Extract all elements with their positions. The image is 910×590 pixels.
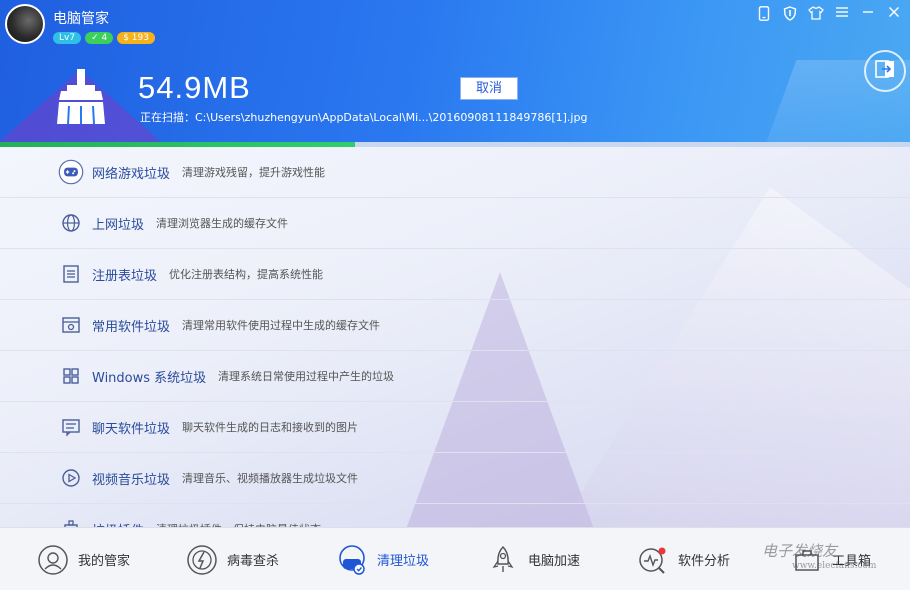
rocket-icon (486, 543, 520, 577)
shirt-icon[interactable] (808, 6, 824, 22)
app-title: 电脑管家 (53, 11, 109, 27)
nav-item-rocket[interactable]: 电脑加速 (486, 528, 580, 590)
nav-item-butler[interactable]: 我的管家 (36, 528, 130, 590)
phone-icon[interactable] (756, 6, 772, 22)
nav-label: 病毒查杀 (227, 554, 280, 569)
category-name: 垃圾插件 (92, 520, 144, 528)
category-description: 优化注册表结构，提高系统性能 (169, 268, 323, 281)
category-description: 清理游戏残留，提升游戏性能 (182, 166, 325, 179)
avatar[interactable] (5, 4, 45, 44)
gamepad-icon (58, 159, 84, 185)
window-controls (756, 6, 902, 22)
category-name: 聊天软件垃圾 (92, 421, 171, 437)
junk-category-row[interactable]: 聊天软件垃圾 聊天软件生成的日志和接收到的图片 (0, 402, 910, 453)
junk-category-row[interactable]: 注册表垃圾 优化注册表结构，提高系统性能 (0, 249, 910, 300)
junk-category-row[interactable]: 常用软件垃圾 清理常用软件使用过程中生成的缓存文件 (0, 300, 910, 351)
windows-icon (58, 363, 84, 389)
junk-category-list: 网络游戏垃圾 清理游戏残留，提升游戏性能 上网垃圾 清理浏览器生成的缓存文件 注册表垃圾… (0, 147, 910, 527)
category-name: 上网垃圾 (92, 217, 145, 233)
category-name: 网络游戏垃圾 (92, 166, 171, 182)
chat-icon (58, 414, 84, 440)
category-description: 清理浏览器生成的缓存文件 (156, 217, 288, 230)
junk-category-row[interactable]: 上网垃圾 清理浏览器生成的缓存文件 (0, 198, 910, 249)
virus-scan-icon (185, 543, 219, 577)
scan-path: 正在扫描：C:\Users\zhuzhengyun\AppData\Local\… (140, 111, 588, 124)
registry-icon (58, 261, 84, 287)
nav-label: 我的管家 (78, 554, 131, 569)
nav-item-virus-scan[interactable]: 病毒查杀 (185, 528, 279, 590)
globe-icon (58, 210, 84, 236)
broom-icon (55, 68, 107, 126)
menu-icon[interactable] (834, 6, 850, 22)
watermark-en: www.elecfans.com (792, 561, 877, 571)
category-name: 视频音乐垃圾 (92, 472, 171, 488)
category-name: 常用软件垃圾 (92, 319, 171, 335)
nav-item-analysis[interactable]: 软件分析 (636, 528, 730, 590)
nav-label: 电脑加速 (528, 554, 581, 569)
category-name: 注册表垃圾 (92, 268, 158, 284)
cancel-button[interactable]: 取消 (460, 77, 518, 100)
cleanup-icon (335, 543, 369, 577)
watermark: 电子发烧友 www.elecfans.com (762, 540, 876, 571)
vip-badge[interactable]: ✓ 4 (85, 32, 114, 44)
minimize-icon[interactable] (860, 6, 876, 22)
junk-size: 54.9MB (138, 70, 251, 105)
junk-category-row[interactable]: 网络游戏垃圾 清理游戏残留，提升游戏性能 (0, 147, 910, 198)
category-description: 清理音乐、视频播放器生成垃圾文件 (182, 472, 358, 485)
close-icon[interactable] (886, 6, 902, 22)
app-box-icon (58, 312, 84, 338)
exit-panel-button[interactable] (864, 50, 906, 92)
watermark-cn: 电子发烧友 (762, 542, 838, 560)
nav-label: 软件分析 (678, 554, 731, 569)
butler-icon (36, 543, 70, 577)
shield-icon[interactable] (782, 6, 798, 22)
plugin-icon (58, 516, 84, 527)
header-banner: 电脑管家 Lv7 ✓ 4 $ 193 54.9MB 正在扫描：C:\Users\… (0, 0, 910, 143)
coin-badge[interactable]: $ 193 (117, 32, 155, 44)
junk-category-row[interactable]: 垃圾插件清理垃圾插件，保持电脑最佳状态 (0, 504, 910, 527)
analysis-icon (636, 543, 670, 577)
level-badge[interactable]: Lv7 (53, 32, 82, 44)
user-badges: Lv7 ✓ 4 $ 193 (53, 32, 155, 44)
play-icon (58, 465, 84, 491)
junk-category-row[interactable]: Windows 系统垃圾 清理系统日常使用过程中产生的垃圾 (0, 351, 910, 402)
junk-category-row[interactable]: 视频音乐垃圾 清理音乐、视频播放器生成垃圾文件 (0, 453, 910, 504)
category-description: 清理常用软件使用过程中生成的缓存文件 (182, 319, 380, 332)
exit-icon (875, 60, 895, 82)
category-description: 清理系统日常使用过程中产生的垃圾 (218, 370, 394, 383)
nav-item-cleanup[interactable]: 清理垃圾 (335, 528, 429, 590)
category-description: 聊天软件生成的日志和接收到的图片 (182, 421, 358, 434)
nav-label: 清理垃圾 (377, 554, 430, 569)
category-name: Windows 系统垃圾 (92, 370, 207, 386)
